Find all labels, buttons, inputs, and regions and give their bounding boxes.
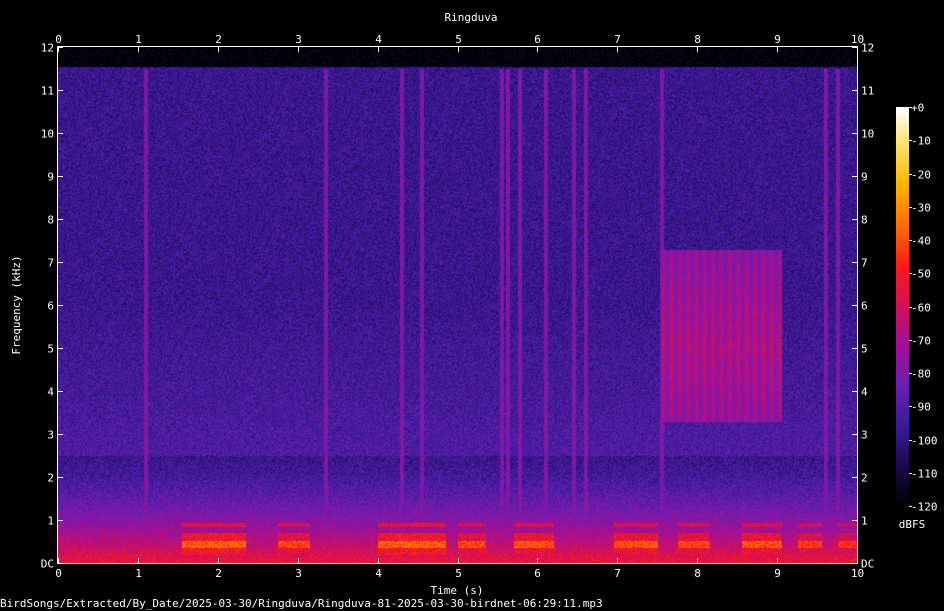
y-tick-label-left-7: 7: [47, 257, 54, 270]
y-tick-label-left-10: 10: [41, 128, 54, 141]
x-tick-label-bottom-7: 7: [614, 567, 621, 580]
y-tick-label-right-3: 3: [861, 429, 868, 442]
colorbar-tick-label-10: -100: [911, 435, 938, 448]
x-tick-label-bottom-1: 1: [135, 567, 142, 580]
x-tick-label-top-0: 0: [55, 33, 62, 46]
y-tick-label-left-4: 4: [47, 386, 54, 399]
x-tick-label-bottom-8: 8: [694, 567, 701, 580]
colorbar-tick-label-3: -30: [911, 202, 931, 215]
y-tick-label-left-5: 5: [47, 343, 54, 356]
y-tick-label-left-6: 6: [47, 300, 54, 313]
y-tick-label-left-12: 12: [41, 42, 54, 55]
spectrogram-plot: [58, 47, 857, 563]
x-tick-label-bottom-9: 9: [774, 567, 781, 580]
colorbar-tick-label-12: -120: [911, 501, 938, 514]
y-axis-label: Frequency (kHz): [10, 255, 23, 354]
y-tick-label-right-8: 8: [861, 214, 868, 227]
x-tick-label-top-2: 2: [215, 33, 222, 46]
colorbar-tick-label-0: +0: [911, 102, 924, 115]
y-tick-label-right-12: 12: [861, 42, 874, 55]
x-tick-label-top-9: 9: [774, 33, 781, 46]
source-filename: BirdSongs/Extracted/By_Date/2025-03-30/R…: [0, 597, 603, 610]
y-tick-label-right-9: 9: [861, 171, 868, 184]
colorbar-tick-label-11: -110: [911, 468, 938, 481]
y-tick-label-right-6: 6: [861, 300, 868, 313]
y-tick-label-right-4: 4: [861, 386, 868, 399]
x-tick-label-top-3: 3: [295, 33, 302, 46]
x-tick-label-top-8: 8: [694, 33, 701, 46]
x-tick-label-top-1: 1: [135, 33, 142, 46]
y-tick-label-left-3: 3: [47, 429, 54, 442]
colorbar-ticks: +0 -10 -20 -30 -40 -50 -60 -70 -80 -90 -100 -110 -12…: [909, 102, 938, 514]
colorbar-tick-label-5: -50: [911, 268, 931, 281]
x-tick-label-top-7: 7: [614, 33, 621, 46]
colorbar-tick-label-1: -10: [911, 135, 931, 148]
y-tick-label-right-7: 7: [861, 257, 868, 270]
y-tick-label-right-1: 1: [861, 515, 868, 528]
chart-title: Ringduva: [445, 11, 498, 24]
colorbar-tick-label-8: -80: [911, 368, 931, 381]
colorbar-tick-label-6: -60: [911, 302, 931, 315]
x-tick-label-bottom-6: 6: [534, 567, 541, 580]
y-tick-label-right-2: 2: [861, 472, 868, 485]
x-tick-label-bottom-2: 2: [215, 567, 222, 580]
x-tick-label-bottom-5: 5: [455, 567, 462, 580]
colorbar-label: dBFS: [899, 518, 926, 531]
x-tick-label-top-5: 5: [455, 33, 462, 46]
y-tick-label-right-10: 10: [861, 128, 874, 141]
x-tick-label-bottom-0: 0: [55, 567, 62, 580]
x-tick-label-top-6: 6: [534, 33, 541, 46]
x-axis-label: Time (s): [431, 584, 484, 597]
y-tick-label-left-9: 9: [47, 171, 54, 184]
x-tick-label-bottom-4: 4: [375, 567, 382, 580]
x-tick-label-bottom-3: 3: [295, 567, 302, 580]
colorbar-tick-label-4: -40: [911, 235, 931, 248]
y-tick-label-left-2: 2: [47, 472, 54, 485]
spectrogram-chart: Ringduva 001122334455667788991010DC DC1 12…: [10, 11, 938, 597]
y-tick-label-left-8: 8: [47, 214, 54, 227]
y-tick-label-left-11: 11: [41, 85, 54, 98]
colorbar-tick-label-2: -20: [911, 169, 931, 182]
colorbar-tick-label-9: -90: [911, 401, 931, 414]
y-tick-label-left-1: 1: [47, 515, 54, 528]
colorbar-tick-label-7: -70: [911, 335, 931, 348]
y-tick-label-right-0: DC: [861, 558, 874, 571]
y-tick-label-right-11: 11: [861, 85, 874, 98]
y-tick-label-right-5: 5: [861, 343, 868, 356]
y-tick-label-left-0: DC: [41, 558, 54, 571]
colorbar: [896, 107, 909, 506]
x-tick-label-top-4: 4: [375, 33, 382, 46]
